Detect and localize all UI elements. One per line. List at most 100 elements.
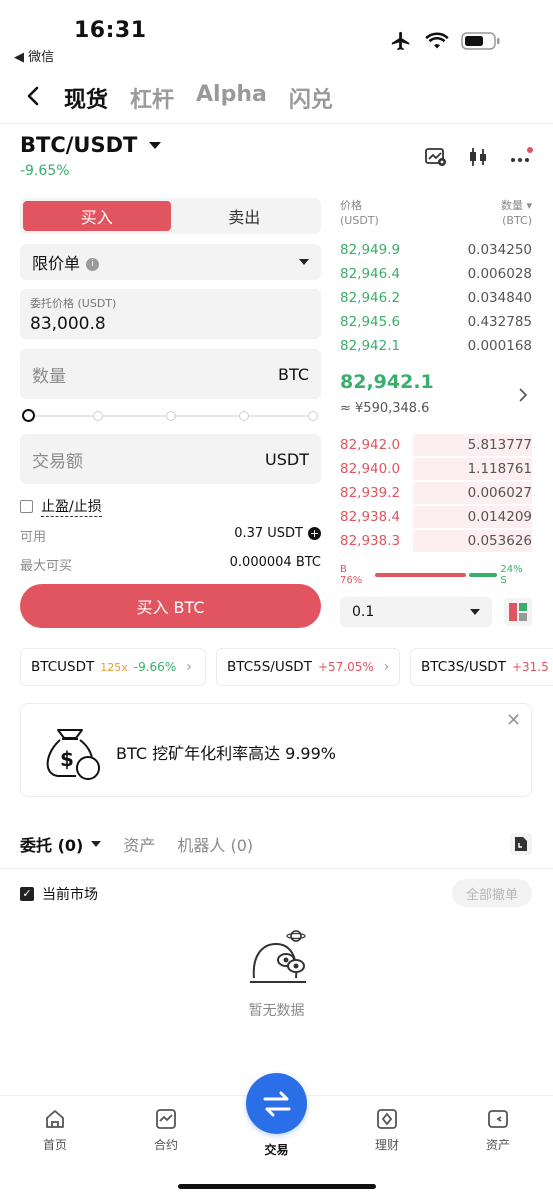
ask-row[interactable]: 82,945.6 0.432785 — [340, 310, 532, 334]
bid-qty: 0.006027 — [467, 485, 532, 501]
back-to-app-link[interactable]: ◀ 微信 — [14, 46, 54, 65]
depth-precision-select[interactable]: 0.1 — [340, 597, 492, 627]
buy-btc-button[interactable]: 买入 BTC — [20, 584, 321, 628]
tab-open-orders[interactable]: 委托 (0) — [20, 832, 102, 856]
bid-qty: 5.813777 — [467, 437, 532, 453]
sell-tab[interactable]: 卖出 — [171, 201, 319, 231]
bid-price: 82,938.4 — [340, 509, 401, 525]
amount-slider[interactable] — [22, 408, 318, 424]
slider-stop[interactable] — [239, 411, 249, 421]
empty-state-icon — [250, 930, 306, 983]
price-field[interactable]: 委托价格 (USDT) 83,000.8 — [20, 289, 321, 339]
slider-handle[interactable] — [22, 409, 35, 422]
tab-home[interactable]: 首页 — [25, 1108, 85, 1153]
nav-tabs: 现货 杠杆 Alpha 闪兑 — [64, 82, 333, 114]
tab-assets[interactable]: 资产 — [468, 1108, 528, 1153]
futures-icon — [156, 1109, 176, 1129]
sell-ratio-bar — [468, 573, 498, 577]
ask-qty: 0.006028 — [467, 266, 532, 282]
bid-row[interactable]: 82,942.0 5.813777 — [340, 433, 532, 457]
quantity-input[interactable]: 数量 — [32, 362, 66, 387]
ask-row[interactable]: 82,946.2 0.034840 — [340, 286, 532, 310]
ask-price: 82,945.6 — [340, 314, 401, 330]
tpsl-checkbox[interactable] — [20, 500, 33, 513]
orderbook-layout-button[interactable] — [504, 598, 532, 626]
bid-row[interactable]: 82,938.3 0.053626 — [340, 529, 532, 553]
quantity-field[interactable]: 数量 BTC — [20, 349, 321, 399]
empty-state-text: 暂无数据 — [248, 1003, 305, 1019]
add-funds-icon[interactable]: + — [308, 527, 321, 540]
amount-unit: USDT — [265, 449, 309, 469]
max-buy-row: 最大可买 0.000004 BTC — [20, 555, 321, 574]
related-pairs: BTCUSDT 125x -9.66% › BTC5S/USDT +57.05%… — [20, 648, 553, 686]
order-history-button[interactable] — [510, 833, 532, 855]
related-pair-change: +57.05% — [317, 660, 374, 674]
buy-tab[interactable]: 买入 — [23, 201, 171, 231]
side-toggle: 买入 卖出 — [20, 198, 321, 234]
pair-change: -9.65% — [20, 163, 70, 179]
tab-futures[interactable]: 合约 — [136, 1108, 196, 1153]
related-pair-chip[interactable]: BTC5S/USDT +57.05% › — [216, 648, 400, 686]
info-icon[interactable]: i — [86, 258, 100, 271]
close-icon[interactable]: ✕ — [506, 710, 521, 731]
tab-bots[interactable]: 机器人 (0) — [177, 832, 253, 856]
ask-row[interactable]: 82,942.1 0.000168 — [340, 334, 532, 358]
available-row: 可用 0.37 USDT + — [20, 526, 321, 545]
bid-row[interactable]: 82,938.4 0.014209 — [340, 505, 532, 529]
chevron-right-icon: › — [186, 659, 192, 675]
wifi-icon — [425, 32, 449, 49]
ask-row[interactable]: 82,949.9 0.034250 — [340, 238, 532, 262]
tab-spot[interactable]: 现货 — [64, 82, 108, 114]
current-market-toggle[interactable]: ✓ 当前市场 — [20, 884, 98, 904]
related-pair-chip[interactable]: BTC3S/USDT +31.5 — [410, 648, 553, 686]
amount-field[interactable]: 交易额 USDT — [20, 434, 321, 484]
chart-settings-icon[interactable] — [425, 147, 447, 167]
bid-qty: 1.118761 — [467, 461, 532, 477]
chevron-right-icon: › — [383, 659, 390, 675]
candlestick-icon[interactable] — [467, 146, 489, 168]
tpsl-toggle[interactable]: 止盈/止损 — [20, 496, 102, 517]
order-type-select[interactable]: 限价单 i — [20, 244, 321, 280]
tab-margin[interactable]: 杠杆 — [130, 82, 174, 114]
back-icon[interactable] — [22, 84, 46, 108]
pair-selector[interactable]: BTC/USDT — [20, 133, 162, 157]
chevron-right-icon[interactable] — [518, 388, 528, 402]
related-pair-chip[interactable]: BTCUSDT 125x -9.66% › — [20, 648, 206, 686]
trade-tab-button[interactable] — [246, 1073, 307, 1134]
buy-sell-ratio: B 76% 24% S — [340, 564, 532, 586]
tab-alpha[interactable]: Alpha — [196, 82, 267, 114]
qty-header-unit: (BTC) — [502, 214, 532, 227]
slider-stop[interactable] — [166, 411, 176, 421]
home-indicator — [178, 1184, 376, 1189]
more-icon[interactable] — [509, 146, 533, 168]
bid-price: 82,938.3 — [340, 533, 401, 549]
bid-price: 82,940.0 — [340, 461, 401, 477]
ask-price: 82,942.1 — [340, 338, 401, 354]
checkbox-checked-icon[interactable]: ✓ — [20, 887, 34, 901]
ask-row[interactable]: 82,946.4 0.006028 — [340, 262, 532, 286]
dropdown-icon — [299, 259, 309, 265]
price-label: 委托价格 (USDT) — [30, 297, 117, 310]
promo-text: BTC 挖矿年化利率高达 9.99% — [116, 744, 336, 763]
amount-input[interactable]: 交易额 — [32, 447, 83, 472]
qty-header-toggle[interactable]: 数量 ▾ (BTC) — [501, 198, 532, 228]
tab-assets[interactable]: 资产 — [123, 832, 155, 856]
tab-trade-label[interactable]: 交易 — [246, 1141, 307, 1158]
history-icon — [515, 837, 527, 851]
ask-qty: 0.432785 — [467, 314, 532, 330]
pair-name: BTC/USDT — [20, 133, 138, 157]
tab-convert[interactable]: 闪兑 — [289, 82, 333, 114]
last-price: 82,942.1 — [340, 371, 434, 393]
cancel-all-button[interactable]: 全部撤单 — [452, 879, 532, 907]
bid-row[interactable]: 82,939.2 0.006027 — [340, 481, 532, 505]
slider-stop[interactable] — [308, 411, 318, 421]
price-input[interactable]: 83,000.8 — [30, 314, 311, 334]
earn-icon — [377, 1109, 397, 1129]
tab-earn[interactable]: 理财 — [357, 1108, 417, 1153]
layout-icon — [509, 603, 527, 621]
slider-stop[interactable] — [93, 411, 103, 421]
bid-price: 82,942.0 — [340, 437, 401, 453]
bid-row[interactable]: 82,940.0 1.118761 — [340, 457, 532, 481]
ask-price: 82,949.9 — [340, 242, 401, 258]
svg-text:$: $ — [60, 747, 74, 771]
